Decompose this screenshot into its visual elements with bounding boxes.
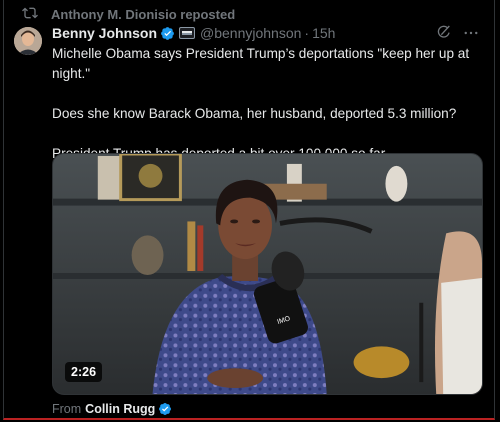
verified-badge-icon[interactable] [158, 402, 172, 416]
author-handle[interactable]: @bennyjohnson [200, 25, 301, 41]
tweet-paragraph: Does she know Barack Obama, her husband,… [52, 106, 457, 121]
repost-text: Anthony M. Dionisio reposted [51, 6, 236, 22]
avatar[interactable] [14, 27, 42, 55]
attribution-name[interactable]: Collin Rugg [85, 402, 155, 416]
grok-icon[interactable] [436, 24, 452, 40]
attribution: From Collin Rugg [52, 401, 172, 417]
author-name[interactable]: Benny Johnson [52, 25, 157, 41]
repost-indicator[interactable]: Anthony M. Dionisio reposted [22, 6, 235, 22]
dot-separator: · [304, 25, 310, 41]
video-thumbnail: IMO [53, 154, 482, 394]
flag-badge-icon[interactable] [179, 27, 196, 39]
tweet-header: Benny Johnson @bennyjohnson · 15h [52, 24, 480, 42]
video-player[interactable]: IMO 2:26 [52, 153, 483, 395]
tweet-text: Michelle Obama says President Trump’s de… [52, 44, 472, 164]
attribution-prefix: From [52, 402, 82, 416]
tweet-paragraph: Michelle Obama says President Trump’s de… [52, 46, 470, 81]
timestamp[interactable]: 15h [312, 25, 335, 41]
more-horizontal-icon[interactable] [462, 24, 480, 42]
video-duration: 2:26 [65, 362, 103, 382]
verified-badge-icon[interactable] [160, 26, 175, 41]
repost-icon [22, 5, 38, 24]
